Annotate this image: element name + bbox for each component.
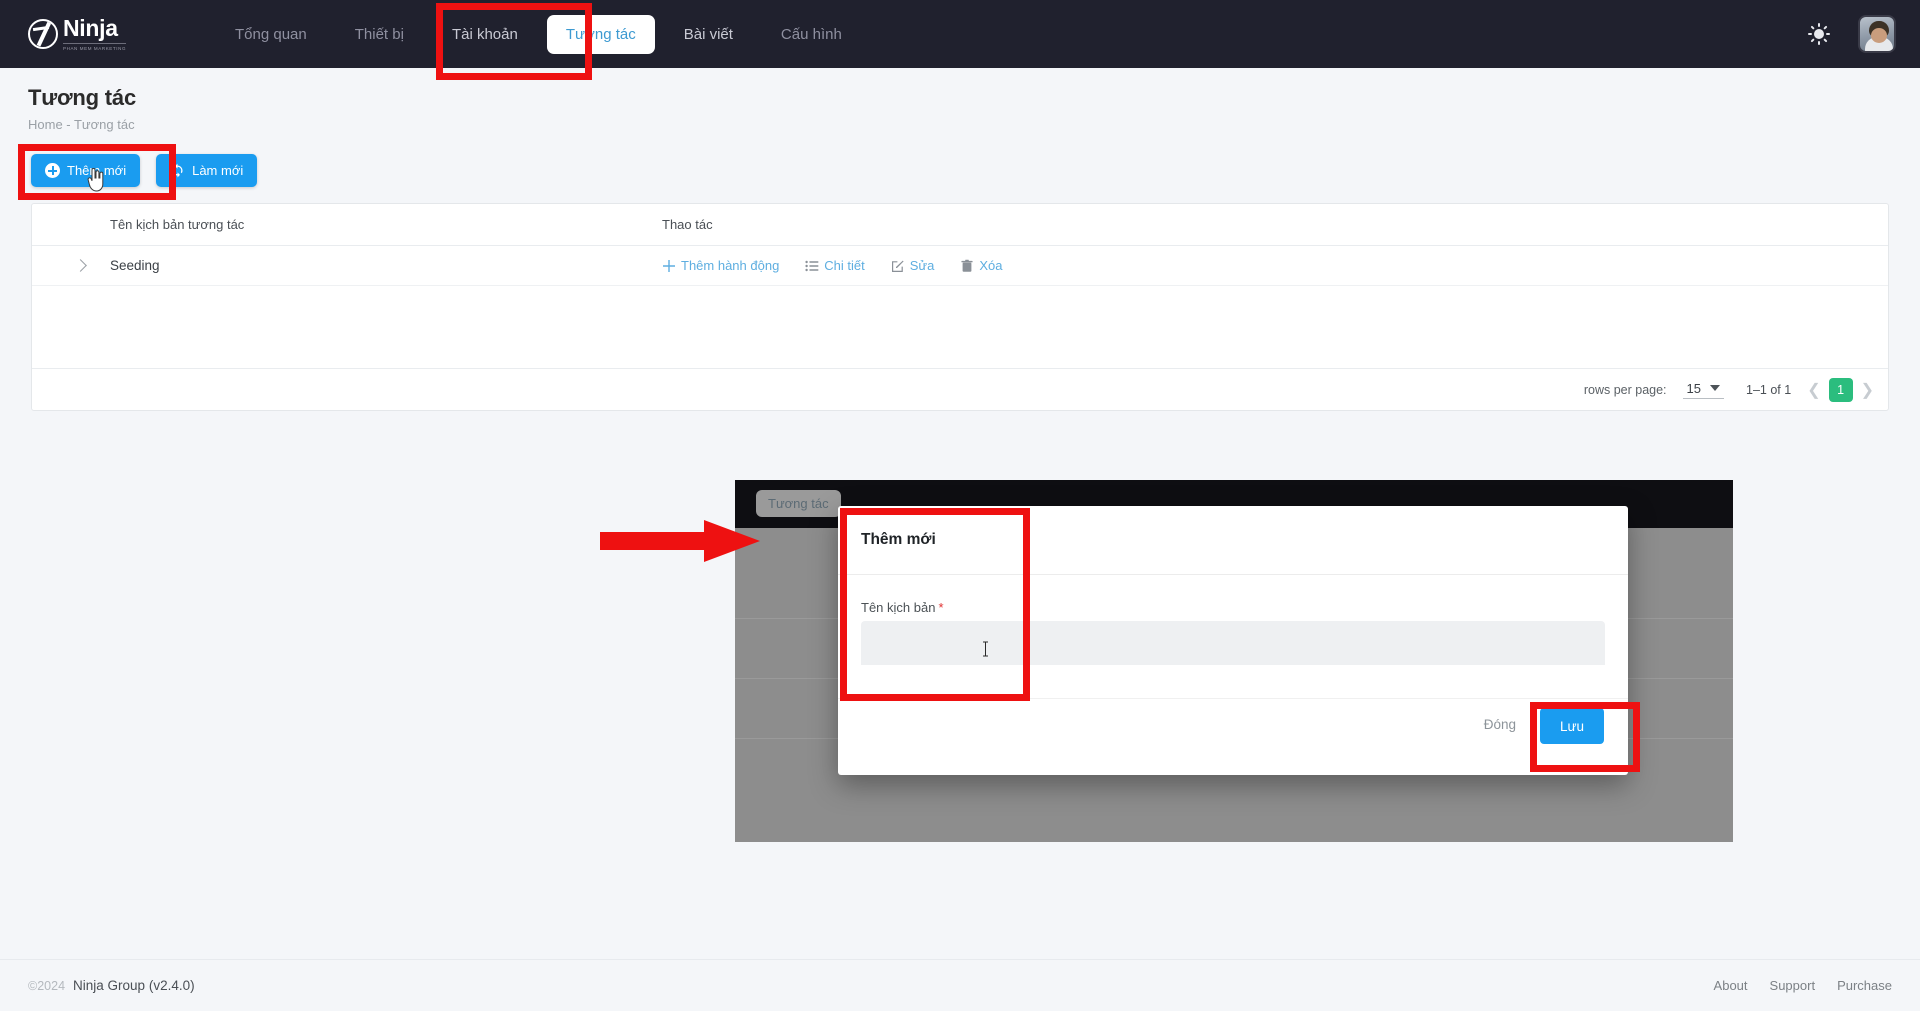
top-navigation-bar: Ninja PHAN MEM MARKETING Tổng quan Thiết… bbox=[0, 0, 1920, 68]
nav-item-thiet-bi[interactable]: Thiết bị bbox=[336, 15, 423, 54]
action-delete-label: Xóa bbox=[979, 258, 1003, 273]
script-name-label: Tên kịch bản * bbox=[861, 600, 944, 615]
brand-name: Ninja bbox=[63, 15, 118, 41]
page-heading: Tương tác Home - Tương tác bbox=[28, 85, 136, 132]
table-row[interactable]: Seeding Thêm hành động Chi tiết Sửa Xóa bbox=[32, 246, 1888, 286]
action-detail-label: Chi tiết bbox=[824, 258, 865, 273]
trash-icon bbox=[960, 259, 974, 273]
table-header-row: Tên kịch bản tương tác Thao tác bbox=[32, 204, 1888, 246]
toolbar: Thêm mới Làm mới bbox=[31, 154, 258, 187]
rows-per-page-select[interactable]: 15 bbox=[1682, 380, 1724, 399]
app-root: Ninja PHAN MEM MARKETING Tổng quan Thiết… bbox=[0, 0, 1920, 1011]
header-right-controls bbox=[1808, 0, 1896, 68]
avatar[interactable] bbox=[1858, 15, 1896, 53]
annotation-arrow bbox=[600, 520, 760, 562]
dialog-footer-divider bbox=[838, 698, 1628, 699]
pagination-range: 1–1 of 1 bbox=[1746, 382, 1792, 397]
list-icon bbox=[805, 259, 819, 273]
plus-circle-icon bbox=[45, 163, 60, 178]
text-cursor-ibeam bbox=[982, 641, 989, 657]
action-delete[interactable]: Xóa bbox=[960, 258, 1003, 273]
action-add-step-label: Thêm hành động bbox=[681, 258, 780, 273]
nav-item-bai-viet[interactable]: Bài viết bbox=[665, 15, 752, 54]
brand-text: Ninja PHAN MEM MARKETING bbox=[63, 15, 127, 51]
add-new-dialog: Thêm mới Tên kịch bản * Đóng Lưu bbox=[838, 506, 1628, 775]
row-actions-cell: Thêm hành động Chi tiết Sửa Xóa bbox=[662, 258, 1888, 273]
refresh-label: Làm mới bbox=[192, 163, 244, 178]
dialog-close-button[interactable]: Đóng bbox=[1484, 717, 1516, 732]
column-header-name: Tên kịch bản tương tác bbox=[110, 217, 245, 232]
refresh-icon bbox=[170, 163, 185, 178]
table-pagination: rows per page: 15 1–1 of 1 ❮ 1 ❯ bbox=[32, 368, 1888, 410]
chevron-right-icon[interactable] bbox=[74, 259, 87, 272]
page-number-button[interactable]: 1 bbox=[1828, 377, 1853, 402]
ninja-logo-icon bbox=[28, 19, 58, 49]
action-edit[interactable]: Sửa bbox=[891, 258, 935, 273]
footer-links: About Support Purchase bbox=[1714, 978, 1892, 993]
row-name-cell: Seeding bbox=[110, 258, 160, 273]
script-name-label-text: Tên kịch bản bbox=[861, 600, 936, 615]
action-add-step[interactable]: Thêm hành động bbox=[662, 258, 779, 273]
footer-link-purchase[interactable]: Purchase bbox=[1837, 978, 1892, 993]
row-expand-cell[interactable] bbox=[32, 259, 110, 272]
breadcrumb: Home - Tương tác bbox=[28, 117, 135, 132]
dialog-header-divider bbox=[838, 574, 1628, 575]
column-header-actions: Thao tác bbox=[662, 217, 713, 232]
pagination-buttons: ❮ 1 ❯ bbox=[1807, 377, 1874, 402]
brand-tagline: PHAN MEM MARKETING bbox=[63, 43, 127, 51]
sun-icon[interactable] bbox=[1808, 23, 1830, 45]
scenarios-table-card: Tên kịch bản tương tác Thao tác Seeding … bbox=[31, 203, 1889, 411]
nav-item-tuong-tac[interactable]: Tương tác bbox=[546, 14, 655, 54]
chevron-down-icon bbox=[1710, 385, 1720, 391]
add-new-button[interactable]: Thêm mới bbox=[31, 154, 141, 187]
brand-logo[interactable]: Ninja PHAN MEM MARKETING bbox=[28, 17, 178, 51]
action-edit-label: Sửa bbox=[909, 258, 935, 273]
main-nav: Tổng quan Thiết bị Tài khoản Tương tác B… bbox=[216, 14, 861, 54]
edit-icon bbox=[891, 259, 905, 273]
inset-screenshot: Tương tác Thêm mới Tên kịch bản * Đóng Lư… bbox=[735, 480, 1733, 842]
footer-link-about[interactable]: About bbox=[1714, 978, 1748, 993]
action-detail[interactable]: Chi tiết bbox=[805, 258, 865, 273]
footer-link-support[interactable]: Support bbox=[1770, 978, 1816, 993]
nav-item-tong-quan[interactable]: Tổng quan bbox=[216, 15, 326, 54]
dialog-save-button[interactable]: Lưu bbox=[1540, 708, 1604, 744]
footer-copyright: ©2024 bbox=[28, 978, 66, 993]
required-asterisk: * bbox=[938, 600, 944, 615]
script-name-input[interactable] bbox=[861, 621, 1605, 665]
rows-per-page-label: rows per page: bbox=[1583, 382, 1667, 397]
add-new-label: Thêm mới bbox=[67, 163, 127, 178]
inset-nav-pill[interactable]: Tương tác bbox=[756, 490, 841, 517]
nav-item-tai-khoan[interactable]: Tài khoản bbox=[433, 15, 537, 54]
nav-item-cau-hinh[interactable]: Cấu hình bbox=[762, 15, 861, 54]
rows-per-page-value: 15 bbox=[1686, 380, 1701, 396]
chevron-right-icon[interactable]: ❯ bbox=[1861, 380, 1874, 400]
plus-icon bbox=[662, 259, 676, 273]
dialog-title: Thêm mới bbox=[861, 531, 936, 548]
chevron-left-icon[interactable]: ❮ bbox=[1807, 380, 1820, 400]
page-footer: ©2024 Ninja Group (v2.4.0) About Support… bbox=[0, 959, 1920, 1011]
page-title: Tương tác bbox=[28, 85, 136, 110]
footer-company: Ninja Group (v2.4.0) bbox=[73, 978, 195, 993]
refresh-button[interactable]: Làm mới bbox=[156, 154, 258, 187]
